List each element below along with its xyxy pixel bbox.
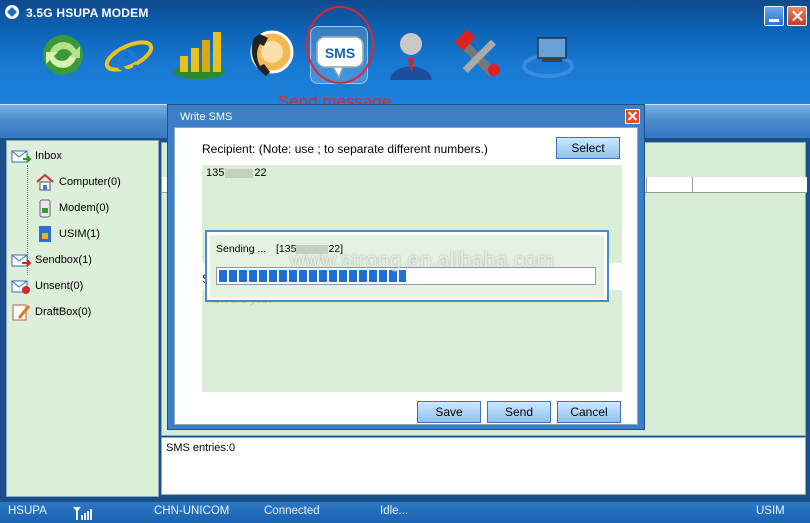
tree-item-label: Inbox <box>35 150 62 162</box>
network-type-status: HSUPA <box>8 505 47 517</box>
minimize-button[interactable] <box>764 6 784 26</box>
activity-status: Idle... <box>380 505 409 517</box>
sending-label: Sending ... <box>216 243 267 255</box>
connect-icon[interactable] <box>34 26 92 84</box>
status-bar: HSUPA CHN-UNICOM Connected Idle... USIM <box>0 502 810 523</box>
message-input[interactable]: How are you? <box>202 290 622 392</box>
title-bar: 3.5G HSUPA MODEM e SMS Send message <box>0 0 810 111</box>
recipient-suffix: 22 <box>254 167 267 179</box>
recipient-redaction <box>225 168 254 178</box>
watermark: www.strong.en.alibaba.com <box>290 249 555 272</box>
usim-card-icon <box>35 224 55 244</box>
statistics-icon[interactable] <box>170 26 228 84</box>
draftbox-icon <box>11 302 31 322</box>
tree-item-label: USIM(1) <box>59 228 100 240</box>
tree-item-usim[interactable]: USIM(1) <box>35 223 100 245</box>
sms-icon[interactable]: SMS <box>310 26 368 84</box>
send-button[interactable]: Send <box>487 401 551 423</box>
sms-entries-panel: SMS entries:0 <box>161 437 806 495</box>
tree-item-label: Unsent(0) <box>35 280 84 292</box>
tree-item-label: DraftBox(0) <box>35 306 92 318</box>
modem-icon <box>35 198 55 218</box>
close-button[interactable] <box>787 6 807 26</box>
operator-status: CHN-UNICOM <box>154 505 230 517</box>
sendbox-icon <box>11 250 32 270</box>
tree-item-inbox[interactable]: Inbox <box>11 145 62 167</box>
phonebook-icon[interactable] <box>240 26 298 84</box>
dialog-close-button[interactable] <box>625 109 640 124</box>
user-icon[interactable] <box>382 26 440 84</box>
signal-strength-icon <box>72 506 92 523</box>
tree-item-label: Sendbox(1) <box>35 254 92 266</box>
recipient-prefix: 135 <box>206 167 225 179</box>
list-header-column[interactable] <box>692 177 693 193</box>
app-logo-icon <box>5 5 19 19</box>
sim-status: USIM <box>756 505 785 517</box>
tree-item-computer[interactable]: Computer(0) <box>35 171 121 193</box>
app-title: 3.5G HSUPA MODEM <box>26 6 149 20</box>
tree-item-label: Computer(0) <box>59 176 121 188</box>
computer-home-icon <box>35 172 55 192</box>
dialog-title: Write SMS <box>180 111 233 123</box>
browser-icon[interactable]: e <box>100 26 158 84</box>
inbox-icon <box>11 146 33 166</box>
settings-icon[interactable] <box>450 26 508 84</box>
tree-item-sendbox[interactable]: Sendbox(1) <box>11 249 92 271</box>
tree-item-label: Modem(0) <box>59 202 110 214</box>
connection-status: Connected <box>264 505 320 517</box>
sms-icon-label: SMS <box>325 45 355 61</box>
cancel-button[interactable]: Cancel <box>557 401 621 423</box>
select-button[interactable]: Select <box>556 137 620 159</box>
save-button[interactable]: Save <box>417 401 481 423</box>
tree-item-unsent[interactable]: Unsent(0) <box>11 275 83 297</box>
unsent-icon <box>11 276 31 296</box>
recipient-note: Recipient: (Note: use ; to separate diff… <box>202 142 488 156</box>
svg-text:e: e <box>114 34 139 81</box>
tree-item-modem[interactable]: Modem(0) <box>35 197 109 219</box>
network-icon[interactable] <box>520 26 578 84</box>
sidebar-tree: Inbox Computer(0) Modem(0) USIM(1) Sendb… <box>6 140 159 497</box>
sms-entries-count: SMS entries:0 <box>166 442 236 454</box>
tree-item-draftbox[interactable]: DraftBox(0) <box>11 301 91 323</box>
list-header-column[interactable] <box>646 177 647 193</box>
